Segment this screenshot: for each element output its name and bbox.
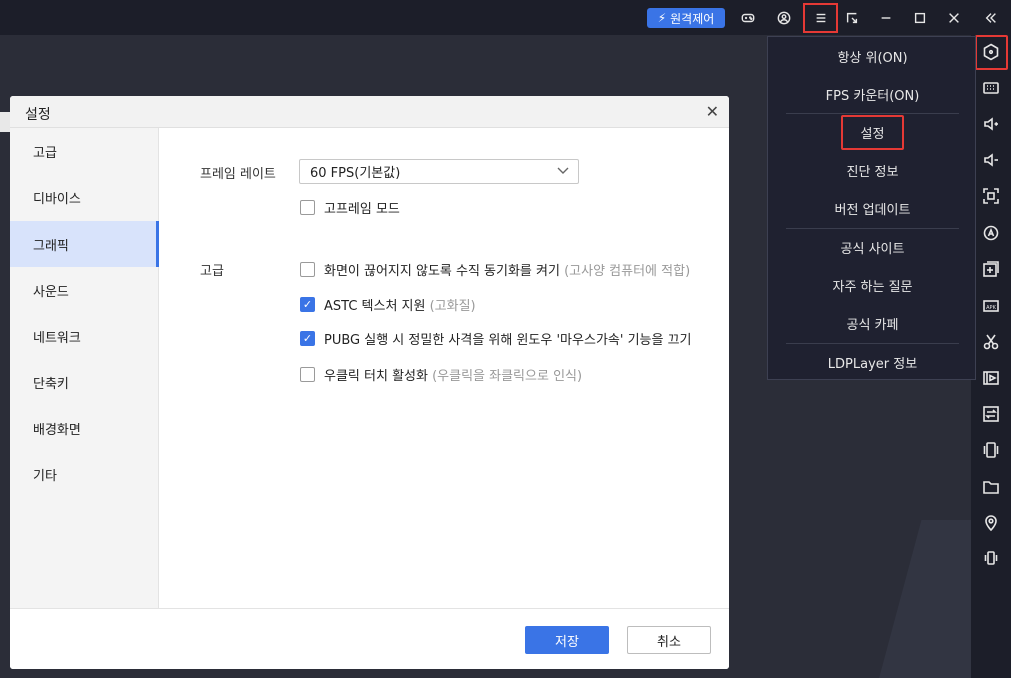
nav-item-device[interactable]: 디바이스 — [10, 174, 159, 220]
nav-item-wallpaper[interactable]: 배경화면 — [10, 405, 159, 451]
record-icon[interactable] — [979, 366, 1003, 390]
astc-label: ASTC 텍스처 지원 (고화질) — [324, 295, 476, 314]
cancel-button[interactable]: 취소 — [627, 626, 711, 654]
scissors-icon[interactable] — [979, 330, 1003, 354]
minimize-icon[interactable] — [874, 6, 898, 30]
vsync-text: 화면이 끊어지지 않도록 수직 동기화를 켜기 — [324, 264, 560, 279]
advanced-section-label: 고급 — [200, 264, 224, 279]
location-icon[interactable] — [979, 511, 1003, 535]
nav-item-label: 네트워크 — [33, 330, 81, 346]
settings-nav: 고급 디바이스 그래픽 사운드 네트워크 단축키 배경화면 기타 — [10, 128, 159, 608]
volume-down-icon[interactable] — [979, 148, 1003, 172]
settings-dialog: 설정 ✕ 고급 디바이스 그래픽 사운드 네트워크 단축키 배경화면 기타 프레… — [10, 96, 729, 669]
svg-text:APK: APK — [986, 305, 996, 311]
dialog-header: 설정 ✕ — [10, 96, 729, 128]
menu-item-official-cafe[interactable]: 공식 카페 — [768, 305, 977, 341]
astc-text: ASTC 텍스처 지원 — [324, 299, 426, 314]
right-click-hint: (우클릭을 좌클릭으로 인식) — [432, 369, 583, 384]
high-frame-option[interactable]: 고프레임 모드 — [300, 198, 400, 217]
remote-control-button[interactable]: ⚡ 원격제어 — [647, 8, 725, 28]
main-menu-dropdown: 항상 위(ON) FPS 카운터(ON) 설정 진단 정보 버전 업데이트 공식… — [767, 36, 976, 380]
save-button[interactable]: 저장 — [525, 626, 609, 654]
nav-item-label: 그래픽 — [33, 238, 69, 254]
close-icon[interactable] — [942, 6, 966, 30]
settings-hex-highlight — [975, 35, 1008, 70]
menu-item-label: 자주 하는 질문 — [832, 279, 913, 295]
pubg-mouse-checkbox[interactable]: ✓ — [300, 331, 315, 346]
frame-rate-select[interactable]: 60 FPS(기본값) — [299, 159, 579, 184]
menu-item-label: 버전 업데이트 — [834, 202, 911, 218]
menu-item-label: 설정 — [840, 114, 905, 150]
menu-item-about[interactable]: LDPLayer 정보 — [768, 344, 977, 380]
dialog-footer: 저장 취소 — [10, 608, 729, 669]
right-toolbar: APK — [971, 35, 1011, 678]
menu-item-settings[interactable]: 설정 — [768, 114, 977, 150]
menu-item-always-on-top[interactable]: 항상 위(ON) — [768, 38, 977, 74]
nav-item-shortcuts[interactable]: 단축키 — [10, 359, 159, 405]
sync-icon[interactable] — [979, 402, 1003, 426]
rotate-icon[interactable] — [979, 546, 1003, 570]
menu-item-label: FPS 카운터(ON) — [825, 88, 920, 104]
keyboard-icon[interactable] — [979, 76, 1003, 100]
vsync-checkbox[interactable] — [300, 262, 315, 277]
collapse-icon[interactable] — [979, 6, 1003, 30]
nav-item-label: 배경화면 — [33, 422, 81, 438]
nav-item-graphics[interactable]: 그래픽 — [10, 221, 159, 267]
vsync-hint: (고사양 컴퓨터에 적합) — [564, 264, 691, 279]
shake-icon[interactable] — [979, 438, 1003, 462]
pubg-mouse-option[interactable]: ✓ PUBG 실행 시 정밀한 사격을 위해 윈도우 '마우스가속' 기능을 끄… — [300, 329, 692, 348]
folder-icon[interactable] — [979, 475, 1003, 499]
macro-icon[interactable] — [979, 221, 1003, 245]
right-click-touch-label: 우클릭 터치 활성화 (우클릭을 좌클릭으로 인식) — [324, 365, 582, 384]
frame-rate-label: 프레임 레이트 — [200, 167, 276, 182]
add-window-icon[interactable] — [979, 257, 1003, 281]
settings-content: 프레임 레이트 60 FPS(기본값) 고프레임 모드 고급 화면이 끊어지지 … — [160, 128, 729, 608]
right-click-touch-option[interactable]: 우클릭 터치 활성화 (우클릭을 좌클릭으로 인식) — [300, 365, 582, 384]
high-frame-checkbox[interactable] — [300, 200, 315, 215]
volume-up-icon[interactable] — [979, 112, 1003, 136]
nav-item-sound[interactable]: 사운드 — [10, 267, 159, 313]
astc-checkbox[interactable]: ✓ — [300, 297, 315, 312]
apk-install-icon[interactable]: APK — [979, 294, 1003, 318]
menu-item-diagnostics[interactable]: 진단 정보 — [768, 152, 977, 188]
right-click-touch-checkbox[interactable] — [300, 367, 315, 382]
chevron-down-icon — [556, 163, 570, 180]
right-click-text: 우클릭 터치 활성화 — [324, 369, 428, 384]
dialog-title: 설정 — [25, 107, 51, 123]
remote-control-label: 원격제어 — [670, 11, 715, 26]
resize-icon[interactable] — [840, 6, 864, 30]
pubg-mouse-label: PUBG 실행 시 정밀한 사격을 위해 윈도우 '마우스가속' 기능을 끄기 — [324, 333, 692, 348]
astc-hint: (고화질) — [429, 299, 476, 314]
menu-item-label: 항상 위(ON) — [837, 50, 908, 66]
frame-rate-value: 60 FPS(기본값) — [310, 166, 401, 181]
menu-item-label: 진단 정보 — [846, 164, 899, 180]
bolt-icon: ⚡ — [657, 11, 667, 25]
gamepad-icon[interactable] — [736, 6, 760, 30]
close-icon[interactable]: ✕ — [706, 102, 719, 121]
vsync-label: 화면이 끊어지지 않도록 수직 동기화를 켜기 (고사양 컴퓨터에 적합) — [324, 260, 690, 279]
menu-item-official-site[interactable]: 공식 사이트 — [768, 229, 977, 265]
nav-item-label: 단축키 — [33, 376, 69, 392]
nav-item-label: 사운드 — [33, 284, 69, 300]
menu-item-fps-counter[interactable]: FPS 카운터(ON) — [768, 76, 977, 112]
maximize-icon[interactable] — [908, 6, 932, 30]
menu-item-label: 공식 카페 — [846, 317, 899, 333]
menu-icon[interactable] — [803, 3, 838, 33]
nav-item-label: 고급 — [33, 145, 57, 161]
vsync-option[interactable]: 화면이 끊어지지 않도록 수직 동기화를 켜기 (고사양 컴퓨터에 적합) — [300, 260, 690, 279]
user-icon[interactable] — [772, 6, 796, 30]
screenshot-icon[interactable] — [979, 184, 1003, 208]
nav-item-etc[interactable]: 기타 — [10, 451, 159, 497]
nav-item-network[interactable]: 네트워크 — [10, 313, 159, 359]
menu-item-version-update[interactable]: 버전 업데이트 — [768, 190, 977, 226]
astc-option[interactable]: ✓ ASTC 텍스처 지원 (고화질) — [300, 295, 476, 314]
nav-item-label: 기타 — [33, 468, 57, 484]
high-frame-label: 고프레임 모드 — [324, 202, 400, 217]
nav-item-label: 디바이스 — [33, 191, 81, 207]
menu-item-faq[interactable]: 자주 하는 질문 — [768, 267, 977, 303]
menu-item-label: 공식 사이트 — [840, 241, 905, 257]
menu-item-label: LDPLayer 정보 — [827, 356, 918, 372]
title-bar: ⚡ 원격제어 — [0, 0, 1011, 35]
nav-item-advanced[interactable]: 고급 — [10, 128, 159, 174]
